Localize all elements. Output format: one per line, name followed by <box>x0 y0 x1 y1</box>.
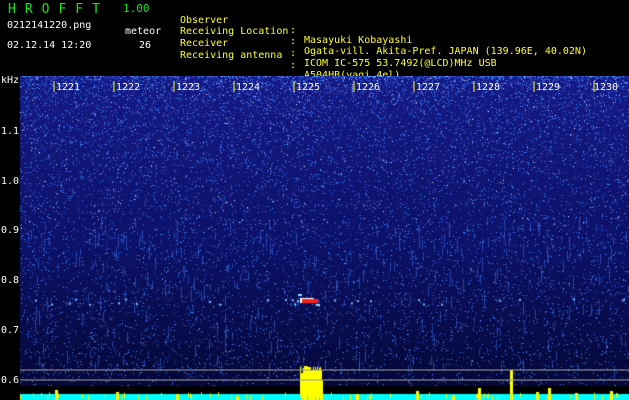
info-colon: : <box>290 60 297 71</box>
info-colon: : <box>290 48 297 59</box>
meteor-count: 26 <box>139 40 152 51</box>
freq-label: 0.9 <box>1 225 19 236</box>
info-value: Ogata-vill. Akita-Pref. JAPAN (139.96E, … <box>304 46 587 57</box>
freq-label: 0.6 <box>1 375 19 386</box>
spectrogram-overlay: kHz 1221 1222 1223 1224 1225 1226 1227 1… <box>1 76 629 386</box>
time-label: 1222 <box>116 82 140 93</box>
meteor-label: meteor <box>125 26 162 37</box>
freq-label: 1.0 <box>1 176 19 187</box>
time-label: 1228 <box>476 82 500 93</box>
date-time: 02.12.14 12:20 <box>7 40 92 51</box>
time-label: 1224 <box>236 82 260 93</box>
time-label: 1230 <box>594 82 618 93</box>
app-name: HROFFT <box>8 2 109 17</box>
info-colon: : <box>290 36 297 47</box>
time-label: 1221 <box>56 82 80 93</box>
app-version: 1.00 <box>123 2 150 15</box>
freq-label: 0.8 <box>1 275 19 286</box>
info-colon: : <box>290 25 297 36</box>
info-value: ICOM IC-575 53.7492(@LCD)MHz USB <box>304 58 497 69</box>
freq-label: 1.1 <box>1 126 19 137</box>
time-label: 1223 <box>176 82 200 93</box>
time-label: 1229 <box>536 82 560 93</box>
freq-label: 0.7 <box>1 325 19 336</box>
info-value: Masayuki Kobayashi <box>304 35 413 46</box>
time-label: 1225 <box>296 82 320 93</box>
time-label: 1227 <box>416 82 440 93</box>
freq-labels: 1.1 1.0 0.9 0.8 0.7 0.6 <box>1 126 19 386</box>
time-label: 1226 <box>356 82 380 93</box>
y-axis-unit: kHz <box>1 76 19 86</box>
file-name: 0212141220.png <box>7 20 92 31</box>
header-panel: HROFFT 1.00 0212141220.png meteor 02.12.… <box>0 0 629 81</box>
info-key: Receiving antenna <box>180 50 283 61</box>
